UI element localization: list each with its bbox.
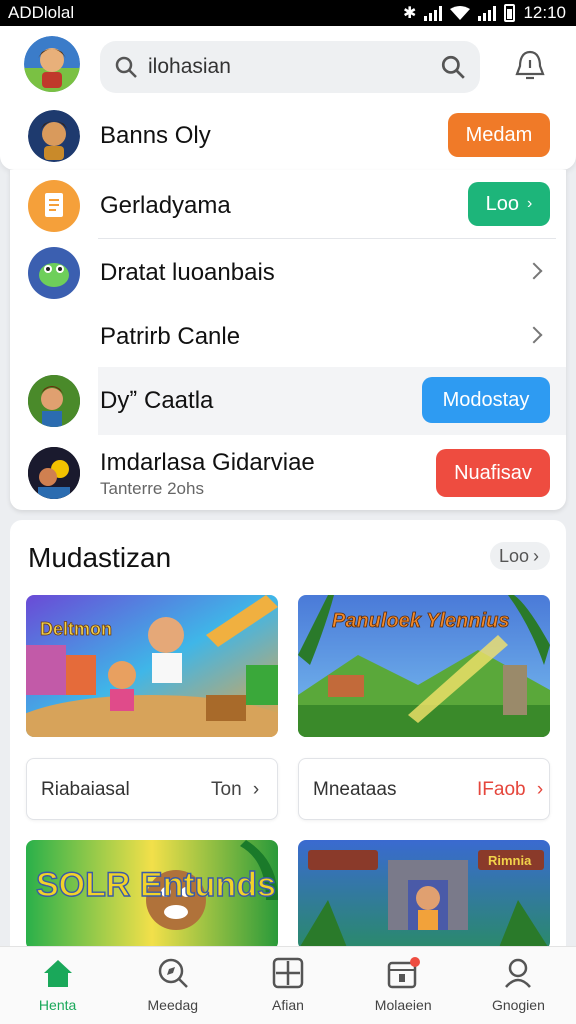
category-action[interactable]: Ton › xyxy=(211,779,259,801)
signal-icon-2 xyxy=(478,5,497,21)
nav-item-grid[interactable]: Afian xyxy=(230,947,345,1024)
game-thumbnail[interactable]: SOLR Entunds xyxy=(26,840,278,950)
user-action-button[interactable]: Medam xyxy=(448,113,550,157)
character-avatar xyxy=(28,375,80,427)
carrier-label: ADDlolal xyxy=(8,3,75,22)
list-item-button[interactable]: Loo › xyxy=(468,182,550,226)
list-item[interactable]: Dratat luoanbais xyxy=(10,239,566,303)
thumbnail-caption: Deltmon xyxy=(40,619,112,639)
list-item-label: Dratat luoanbais xyxy=(100,259,275,286)
list-item-button-label: Loo xyxy=(485,192,520,215)
user-avatar xyxy=(28,110,80,162)
document-icon xyxy=(28,180,80,232)
thumbnail-caption: SOLR Entunds xyxy=(36,866,276,904)
thumbnail-caption: Panuloek Ylennius xyxy=(332,610,509,632)
list-item-label: Patrirb Canle xyxy=(100,323,241,350)
category-action[interactable]: IFaob › xyxy=(477,779,543,801)
see-all-button[interactable]: Loo › xyxy=(490,542,550,570)
list-item[interactable]: Imdarlasa Gidarviae Tanterre 2ohs Nuafis… xyxy=(10,435,566,510)
list-item-button[interactable]: Nuafisav xyxy=(436,449,550,497)
category-label: Riabaiasal xyxy=(41,779,130,800)
compass-icon xyxy=(158,958,188,988)
chevron-right-icon: › xyxy=(527,195,533,212)
chevron-right-icon: › xyxy=(533,545,540,566)
nav-item-calendar[interactable]: Molaeien xyxy=(346,947,461,1024)
profile-avatar[interactable] xyxy=(24,36,80,92)
list-item[interactable]: Gerladyama Loo › xyxy=(10,170,566,238)
nav-item-explore[interactable]: Meedag xyxy=(115,947,230,1024)
list-item-label: Gerladyama xyxy=(100,192,231,219)
list-item-sublabel: Tanterre 2ohs xyxy=(100,479,204,498)
battery-icon xyxy=(504,4,516,22)
app-header: ilohasian Banns Oly Medam xyxy=(0,26,576,170)
search-submit-icon[interactable] xyxy=(440,54,466,80)
list-item-label: Imdarlasa Gidarviae xyxy=(100,449,315,476)
wifi-icon xyxy=(450,6,471,20)
thumbnail-caption: Rimnia xyxy=(488,853,532,868)
list-item-label: Dyˮ Caatla xyxy=(100,387,214,414)
category-action-label: IFaob xyxy=(477,779,526,800)
section-title: Mudastizan xyxy=(28,542,172,573)
nav-label: Gnogien xyxy=(491,997,545,1013)
nav-label: Molaeien xyxy=(374,997,432,1013)
nav-item-profile[interactable]: Gnogien xyxy=(461,947,576,1024)
list-item[interactable]: Dyˮ Caatla Modostay xyxy=(10,367,566,435)
character-avatar xyxy=(28,447,80,499)
chevron-right-icon xyxy=(525,262,543,280)
game-thumbnail[interactable]: Rimnia xyxy=(298,840,550,950)
profile-icon xyxy=(505,958,532,988)
game-thumbnail[interactable]: Panuloek Ylennius xyxy=(298,595,550,737)
search-bar[interactable]: ilohasian xyxy=(100,41,480,93)
category-label: Mneataas xyxy=(313,779,397,800)
search-icon xyxy=(115,56,137,78)
game-thumbnail[interactable]: Deltmon xyxy=(26,595,278,737)
bottom-navigation: Henta Meedag Afian Molaeien Gnogien xyxy=(0,946,576,1024)
category-action-label: Ton xyxy=(211,779,242,800)
chevron-right-icon xyxy=(525,326,543,344)
menu-list: Gerladyama Loo › Dratat luoanbais Patrir… xyxy=(10,170,566,510)
status-bar: ADDlolal ✱ 12:10 xyxy=(0,0,576,26)
see-all-label: Loo xyxy=(499,545,530,566)
list-item[interactable]: Patrirb Canle xyxy=(10,303,566,367)
category-card[interactable]: Riabaiasal Ton › xyxy=(26,758,278,820)
list-item-button[interactable]: Modostay xyxy=(422,377,550,423)
grid-icon xyxy=(272,957,304,989)
category-card[interactable]: Mneataas IFaob › xyxy=(298,758,550,820)
signal-icon xyxy=(424,5,443,21)
calendar-icon xyxy=(387,957,421,989)
featured-section: Mudastizan Loo › Deltmon Panuloek Ylenni… xyxy=(10,520,566,950)
nav-label: Meedag xyxy=(147,997,199,1013)
user-name: Banns Oly xyxy=(100,122,211,149)
search-input[interactable]: ilohasian xyxy=(148,55,440,79)
chevron-right-icon: › xyxy=(252,779,260,800)
clock: 12:10 xyxy=(523,3,566,22)
notification-icon[interactable] xyxy=(512,48,548,84)
nav-label: Henta xyxy=(38,997,77,1013)
nav-item-home[interactable]: Henta xyxy=(0,947,115,1024)
frog-icon xyxy=(28,247,80,299)
home-icon xyxy=(43,960,72,987)
chevron-right-icon: › xyxy=(536,779,544,800)
bluetooth-icon: ✱ xyxy=(403,5,417,22)
nav-label: Afian xyxy=(272,997,304,1013)
